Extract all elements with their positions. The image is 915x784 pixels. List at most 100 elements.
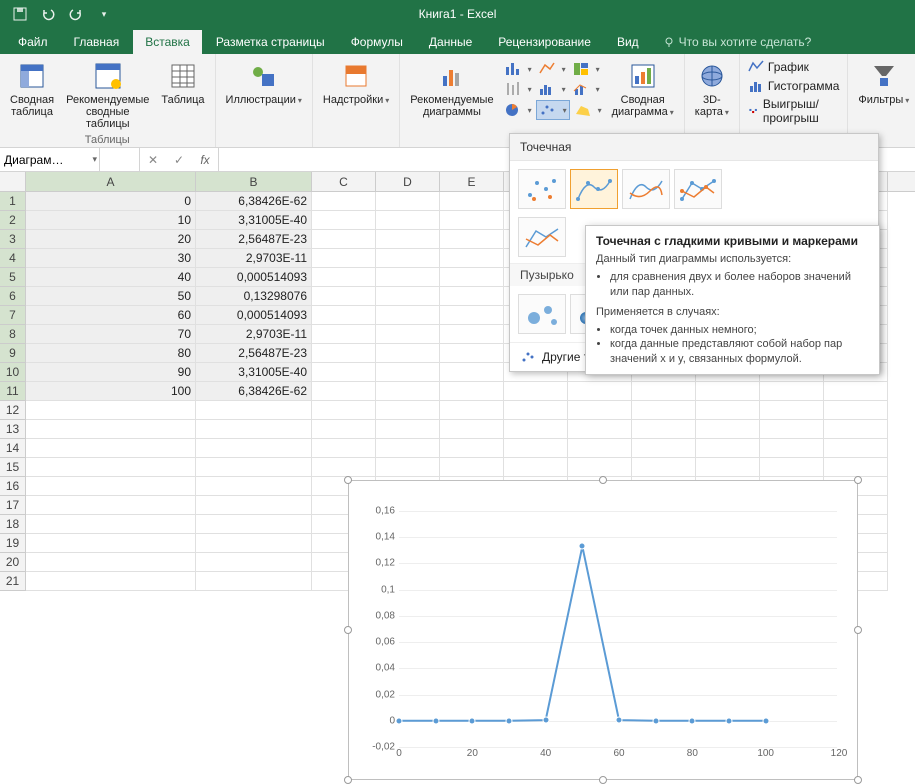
tab-view[interactable]: Вид	[605, 30, 651, 54]
cell[interactable]	[376, 382, 440, 401]
save-icon[interactable]	[8, 2, 32, 26]
addins-button[interactable]: Надстройки▾	[319, 58, 393, 108]
cell[interactable]	[312, 401, 376, 420]
cell[interactable]	[196, 477, 312, 496]
cell[interactable]	[26, 496, 196, 515]
tab-home[interactable]: Главная	[62, 30, 132, 54]
tab-layout[interactable]: Разметка страницы	[204, 30, 337, 54]
col-header-E[interactable]: E	[440, 172, 504, 191]
col-header-A[interactable]: A	[26, 172, 196, 191]
cell[interactable]	[696, 401, 760, 420]
cell[interactable]	[632, 458, 696, 477]
cell[interactable]	[196, 420, 312, 439]
data-point[interactable]	[652, 717, 659, 724]
row-header[interactable]: 21	[0, 572, 26, 591]
cell[interactable]	[196, 439, 312, 458]
cell[interactable]	[26, 420, 196, 439]
row-header[interactable]: 6	[0, 287, 26, 306]
cell[interactable]: 80	[26, 344, 196, 363]
cell[interactable]	[696, 420, 760, 439]
cell[interactable]: 2,56487E-23	[196, 344, 312, 363]
cell[interactable]: 0,000514093	[196, 306, 312, 325]
cell[interactable]: 90	[26, 363, 196, 382]
cell[interactable]	[504, 439, 568, 458]
cell[interactable]: 0,000514093	[196, 268, 312, 287]
cell[interactable]	[824, 439, 888, 458]
cell[interactable]	[760, 382, 824, 401]
pivot-table-button[interactable]: Сводная таблица	[6, 58, 58, 132]
col-header-B[interactable]: B	[196, 172, 312, 191]
chart-handle[interactable]	[344, 476, 352, 484]
cell[interactable]	[568, 458, 632, 477]
cell[interactable]	[568, 382, 632, 401]
row-header[interactable]: 11	[0, 382, 26, 401]
embedded-chart[interactable]: -0,0200,020,040,060,080,10,120,140,16020…	[348, 480, 858, 780]
cell[interactable]	[696, 382, 760, 401]
cell[interactable]: 6,38426E-62	[196, 382, 312, 401]
cell[interactable]	[568, 401, 632, 420]
cell[interactable]: 2,56487E-23	[196, 230, 312, 249]
data-point[interactable]	[542, 717, 549, 724]
cell[interactable]	[440, 192, 504, 211]
sparkline-line-button[interactable]: График	[746, 58, 841, 76]
data-point[interactable]	[396, 717, 403, 724]
cell[interactable]	[26, 401, 196, 420]
cell[interactable]: 40	[26, 268, 196, 287]
cell[interactable]	[26, 534, 196, 553]
cell[interactable]	[760, 458, 824, 477]
histogram-button[interactable]: ▾	[536, 80, 568, 98]
cell[interactable]	[440, 249, 504, 268]
cell[interactable]	[440, 306, 504, 325]
cell[interactable]	[440, 382, 504, 401]
cell[interactable]: 2,9703E-11	[196, 325, 312, 344]
cell[interactable]	[26, 458, 196, 477]
cell[interactable]	[696, 439, 760, 458]
cell[interactable]: 30	[26, 249, 196, 268]
row-header[interactable]: 9	[0, 344, 26, 363]
chart-handle[interactable]	[854, 626, 862, 634]
cell[interactable]	[504, 382, 568, 401]
cell[interactable]: 0	[26, 192, 196, 211]
row-header[interactable]: 12	[0, 401, 26, 420]
cell[interactable]	[440, 401, 504, 420]
cell[interactable]	[312, 420, 376, 439]
data-point[interactable]	[469, 717, 476, 724]
cell[interactable]	[312, 382, 376, 401]
cell[interactable]: 100	[26, 382, 196, 401]
scatter-chart-button[interactable]: ▾	[536, 100, 570, 120]
cell[interactable]: 10	[26, 211, 196, 230]
cell[interactable]	[376, 268, 440, 287]
bubble-option[interactable]	[518, 294, 566, 334]
chart-handle[interactable]	[599, 476, 607, 484]
cell[interactable]	[196, 534, 312, 553]
combo-chart-button[interactable]: ▾	[570, 80, 602, 98]
tab-formulas[interactable]: Формулы	[339, 30, 415, 54]
pivot-chart-button[interactable]: Сводная диаграмма▾	[608, 58, 678, 120]
row-header[interactable]: 16	[0, 477, 26, 496]
data-point[interactable]	[616, 717, 623, 724]
cell[interactable]	[376, 230, 440, 249]
name-box[interactable]: ▾	[0, 148, 100, 171]
cell[interactable]	[312, 287, 376, 306]
surface-chart-button[interactable]: ▾	[572, 100, 604, 120]
row-header[interactable]: 20	[0, 553, 26, 572]
cell[interactable]	[504, 458, 568, 477]
cell[interactable]: 20	[26, 230, 196, 249]
line-chart-button[interactable]: ▾	[536, 60, 568, 78]
cell[interactable]	[696, 458, 760, 477]
cell[interactable]	[824, 401, 888, 420]
scatter-straight-markers-option[interactable]	[674, 169, 722, 209]
tab-review[interactable]: Рецензирование	[486, 30, 603, 54]
chart-handle[interactable]	[854, 776, 862, 784]
stock-chart-button[interactable]: ▾	[502, 80, 534, 98]
data-point[interactable]	[726, 717, 733, 724]
cell[interactable]	[312, 249, 376, 268]
cell[interactable]	[376, 363, 440, 382]
illustrations-button[interactable]: Иллюстрации▾	[222, 58, 306, 108]
cell[interactable]	[196, 515, 312, 534]
row-header[interactable]: 14	[0, 439, 26, 458]
tab-file[interactable]: Файл	[6, 30, 60, 54]
cell[interactable]	[760, 439, 824, 458]
cell[interactable]	[312, 325, 376, 344]
cell[interactable]: 3,31005E-40	[196, 363, 312, 382]
